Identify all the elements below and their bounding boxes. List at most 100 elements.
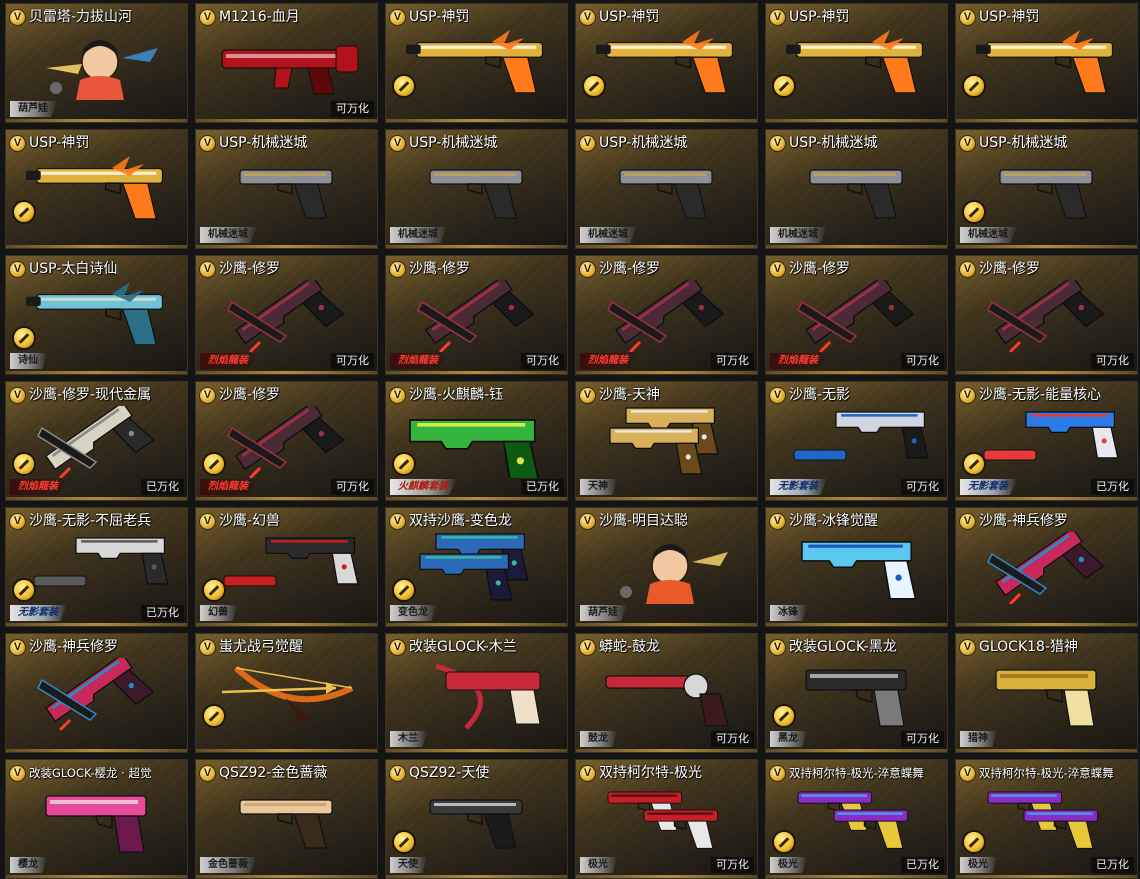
vip-badge-icon: V — [9, 512, 26, 530]
weapon-card[interactable]: V GLOCK18-猎神 猎神 — [955, 633, 1138, 753]
weapon-card[interactable]: V 沙鹰-修罗 可万化 — [955, 255, 1138, 375]
weapon-card[interactable]: V 沙鹰-修罗 烈焰龍装 可万化 — [195, 381, 378, 501]
weapon-card[interactable]: V 沙鹰-无影-不屈老兵 无影套装 已万化 — [5, 507, 188, 627]
weapon-card[interactable]: V 沙鹰-无影-能量核心 无影套装 已万化 — [955, 381, 1138, 501]
series-tag: 机械迷城 — [960, 227, 1017, 243]
series-tag: 机械迷城 — [200, 227, 257, 243]
gold-coin-icon — [392, 830, 416, 854]
weapon-card[interactable]: V 双持柯尔特-极光 极光 可万化 — [575, 759, 758, 879]
vip-badge-icon: V — [959, 134, 976, 152]
vip-badge-icon: V — [389, 512, 406, 530]
weapon-card[interactable]: V USP-神罚 — [955, 3, 1138, 123]
weapon-illustration — [26, 282, 164, 346]
card-header: V GLOCK18-猎神 — [959, 637, 1134, 657]
weapon-name: 沙鹰-冰锋觉醒 — [789, 513, 879, 529]
weapon-card[interactable]: V 沙鹰-火麒麟-钰 火麒麟套装 已万化 — [385, 381, 568, 501]
vip-badge-icon: V — [769, 260, 786, 278]
weapon-image — [216, 154, 364, 226]
weapon-card[interactable]: V M1216-血月 可万化 — [195, 3, 378, 123]
wanhua-status-badge: 已万化 — [141, 479, 184, 495]
weapon-card[interactable]: V USP-机械迷城 机械迷城 — [575, 129, 758, 249]
weapon-image — [976, 784, 1124, 856]
card-header: V 蟒蛇-鼓龙 — [579, 637, 754, 657]
weapon-illustration — [609, 407, 719, 475]
weapon-card[interactable]: V USP-机械迷城 机械迷城 — [765, 129, 948, 249]
weapon-card[interactable]: V USP-机械迷城 机械迷城 — [955, 129, 1138, 249]
weapon-card[interactable]: V USP-太白诗仙 诗仙 — [5, 255, 188, 375]
weapon-card[interactable]: V 沙鹰-天神 天神 — [575, 381, 758, 501]
vip-badge-icon: V — [959, 638, 976, 656]
weapon-name: 沙鹰-明目达聪 — [599, 513, 689, 529]
weapon-illustration — [239, 799, 333, 849]
series-tag: 极光 — [580, 857, 617, 873]
weapon-card[interactable]: V 沙鹰-神兵修罗 — [955, 507, 1138, 627]
weapon-card[interactable]: V USP-神罚 — [575, 3, 758, 123]
weapon-card[interactable]: V USP-机械迷城 机械迷城 — [385, 129, 568, 249]
series-tag: 无影套装 — [960, 479, 1017, 495]
weapon-card[interactable]: V 蚩尤战弓觉醒 — [195, 633, 378, 753]
weapon-name: 沙鹰-神兵修罗 — [979, 513, 1069, 529]
weapon-card[interactable]: V USP-机械迷城 机械迷城 — [195, 129, 378, 249]
card-header: V 双持柯尔特-极光-淬意蝶舞 — [769, 763, 944, 783]
weapon-card[interactable]: V 沙鹰-明目达聪 葫芦娃 — [575, 507, 758, 627]
weapon-card[interactable]: V QSZ92-天使 天使 — [385, 759, 568, 879]
weapon-card[interactable]: V 双持柯尔特-极光-淬意蝶舞 极光 已万化 — [955, 759, 1138, 879]
card-header: V 双持柯尔特-极光-淬意蝶舞 — [959, 763, 1134, 783]
weapon-image — [216, 784, 364, 856]
weapon-name: USP-神罚 — [29, 135, 90, 151]
card-header: V 沙鹰-无影-不屈老兵 — [9, 511, 184, 531]
weapon-card[interactable]: V QSZ92-金色蔷薇 金色蔷薇 — [195, 759, 378, 879]
wanhua-status-badge: 可万化 — [1091, 353, 1134, 369]
vip-badge-icon: V — [389, 764, 406, 782]
weapon-card[interactable]: V 沙鹰-修罗 烈焰龍装 可万化 — [575, 255, 758, 375]
vip-badge-icon: V — [769, 764, 786, 782]
weapon-card[interactable]: V 蟒蛇-鼓龙 鼓龙 可万化 — [575, 633, 758, 753]
weapon-card[interactable]: V 双持沙鹰-变色龙 变色龙 — [385, 507, 568, 627]
wanhua-status-badge: 可万化 — [521, 353, 564, 369]
weapon-illustration — [37, 658, 155, 730]
weapon-card[interactable]: V 沙鹰-修罗 烈焰龍装 可万化 — [385, 255, 568, 375]
weapon-image — [216, 532, 364, 604]
weapon-card[interactable]: V 沙鹰-幻兽 幻兽 — [195, 507, 378, 627]
weapon-image — [596, 406, 744, 478]
gold-coin-icon — [12, 200, 36, 224]
vip-badge-icon: V — [9, 386, 26, 404]
weapon-card[interactable]: V 沙鹰-修罗 烈焰龍装 可万化 — [765, 255, 948, 375]
gold-coin-icon — [962, 452, 986, 476]
card-header: V 沙鹰-修罗 — [579, 259, 754, 279]
gold-coin-icon — [962, 74, 986, 98]
weapon-name: 改装GLOCK-木兰 — [409, 639, 517, 655]
weapon-image — [786, 784, 934, 856]
weapon-card[interactable]: V 沙鹰-神兵修罗 — [5, 633, 188, 753]
series-tag: 烈焰龍装 — [200, 479, 257, 495]
weapon-card[interactable]: V USP-神罚 — [5, 129, 188, 249]
weapon-name: QSZ92-天使 — [409, 765, 490, 781]
weapon-card[interactable]: V 双持柯尔特-极光-淬意蝶舞 极光 已万化 — [765, 759, 948, 879]
weapon-card[interactable]: V 沙鹰-修罗-现代金属 烈焰龍装 已万化 — [5, 381, 188, 501]
weapon-card[interactable]: V 改装GLOCK-黑龙 黑龙 可万化 — [765, 633, 948, 753]
wanhua-status-badge: 可万化 — [331, 353, 374, 369]
gold-coin-icon — [12, 326, 36, 350]
weapon-card[interactable]: V USP-神罚 — [385, 3, 568, 123]
weapon-image — [786, 280, 934, 352]
weapon-card[interactable]: V 沙鹰-无影 无影套装 可万化 — [765, 381, 948, 501]
vip-badge-icon: V — [769, 134, 786, 152]
weapon-name: USP-太白诗仙 — [29, 261, 118, 277]
weapon-image — [786, 406, 934, 478]
weapon-image — [26, 532, 174, 604]
weapon-name: USP-机械迷城 — [599, 135, 688, 151]
weapon-image — [26, 658, 174, 730]
weapon-name: 沙鹰-修罗 — [219, 261, 281, 277]
weapon-card[interactable]: V USP-神罚 — [765, 3, 948, 123]
weapon-card[interactable]: V 贝雷塔-力拔山河 葫芦娃 — [5, 3, 188, 123]
weapon-card[interactable]: V 沙鹰-冰锋觉醒 冰锋 — [765, 507, 948, 627]
weapon-card[interactable]: V 改装GLOCK-樱龙 · 超觉 樱龙 — [5, 759, 188, 879]
weapon-card[interactable]: V 沙鹰-修罗 烈焰龍装 可万化 — [195, 255, 378, 375]
weapon-card[interactable]: V 改装GLOCK-木兰 木兰 — [385, 633, 568, 753]
vip-badge-icon: V — [959, 8, 976, 26]
series-tag: 机械迷城 — [390, 227, 447, 243]
weapon-illustration — [976, 30, 1114, 94]
vip-badge-icon: V — [579, 386, 596, 404]
weapon-illustration — [406, 30, 544, 94]
weapon-illustration — [419, 533, 529, 601]
